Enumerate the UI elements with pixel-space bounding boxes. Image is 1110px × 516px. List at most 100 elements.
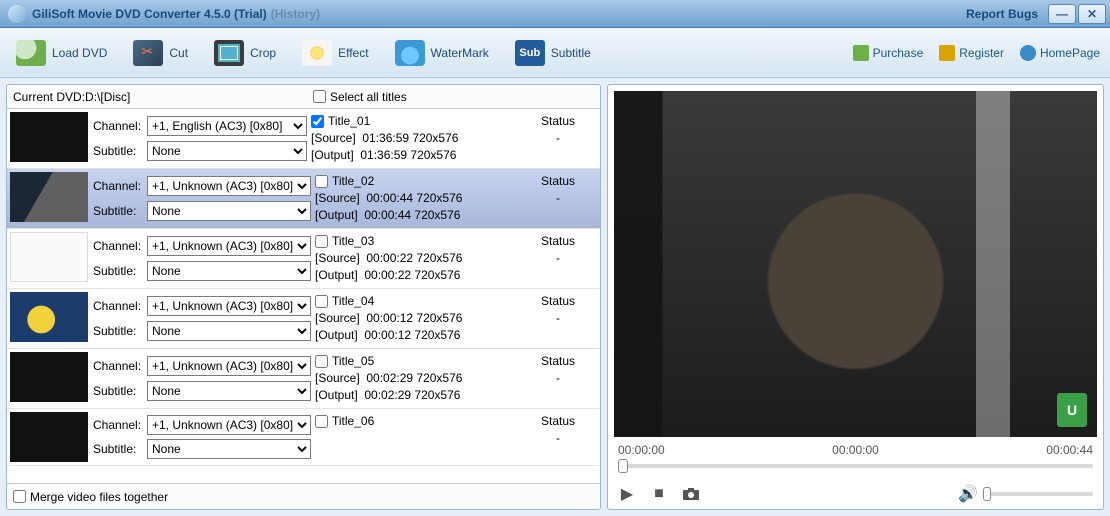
title-settings: Channel:+1, Unknown (AC3) [0x80]Subtitle…: [91, 169, 313, 228]
title-row[interactable]: Channel:+1, Unknown (AC3) [0x80]Subtitle…: [7, 169, 600, 229]
subtitle-select[interactable]: None: [147, 261, 311, 281]
title-thumbnail: [10, 352, 88, 402]
play-button[interactable]: ▶: [618, 485, 636, 503]
status-header: Status: [518, 173, 598, 190]
window-title: GiliSoft Movie DVD Converter 4.5.0 (Tria…: [32, 7, 267, 21]
title-row[interactable]: Channel:+1, Unknown (AC3) [0x80]Subtitle…: [7, 289, 600, 349]
report-bugs-link[interactable]: Report Bugs: [966, 7, 1038, 21]
title-info: Status-Title_04[Source] 00:00:12 720x576…: [313, 289, 600, 348]
title-info: Status-Title_02[Source] 00:00:44 720x576…: [313, 169, 600, 228]
title-row[interactable]: Channel:+1, English (AC3) [0x80]Subtitle…: [7, 109, 600, 169]
purchase-icon: [853, 45, 869, 61]
title-checkbox[interactable]: [315, 175, 328, 188]
title-thumbnail: [10, 172, 88, 222]
time-end: 00:00:44: [1046, 443, 1093, 457]
channel-select[interactable]: +1, Unknown (AC3) [0x80]: [147, 176, 311, 196]
homepage-link[interactable]: HomePage: [1020, 45, 1100, 61]
time-current: 00:00:00: [832, 443, 879, 457]
title-row[interactable]: Channel:+1, Unknown (AC3) [0x80]Subtitle…: [7, 349, 600, 409]
title-row[interactable]: Channel:+1, Unknown (AC3) [0x80]Subtitle…: [7, 409, 600, 466]
title-checkbox[interactable]: [315, 235, 328, 248]
subtitle-select[interactable]: None: [147, 201, 311, 221]
subtitle-button[interactable]: SubSubtitle: [509, 36, 597, 70]
load-dvd-label: Load DVD: [52, 46, 107, 60]
subtitle-select[interactable]: None: [147, 141, 307, 161]
title-settings: Channel:+1, Unknown (AC3) [0x80]Subtitle…: [91, 229, 313, 288]
channel-select[interactable]: +1, Unknown (AC3) [0x80]: [147, 296, 311, 316]
title-checkbox[interactable]: [311, 115, 324, 128]
register-link[interactable]: Register: [939, 45, 1004, 61]
title-info: Status-Title_06: [313, 409, 600, 465]
channel-select[interactable]: +1, Unknown (AC3) [0x80]: [147, 356, 311, 376]
title-info: Status-Title_03[Source] 00:00:22 720x576…: [313, 229, 600, 288]
crop-icon: [214, 40, 244, 66]
app-logo-icon: [8, 5, 26, 23]
title-info: Status-Title_05[Source] 00:02:29 720x576…: [313, 349, 600, 408]
minimize-button[interactable]: —: [1048, 4, 1076, 24]
current-dvd-value: D:\[Disc]: [85, 90, 130, 104]
merge-files-checkbox[interactable]: Merge video files together: [13, 490, 168, 504]
volume-icon[interactable]: 🔊: [959, 485, 977, 503]
output-line: [Output] 00:00:44 720x576: [315, 207, 598, 224]
status-header: Status: [518, 293, 598, 310]
watermark-button[interactable]: WaterMark: [389, 36, 495, 70]
current-dvd-label: Current DVD:: [13, 90, 85, 104]
status-value: -: [556, 191, 560, 205]
effect-icon: [302, 40, 332, 66]
title-settings: Channel:+1, Unknown (AC3) [0x80]Subtitle…: [91, 289, 313, 348]
title-name: Title_06: [332, 413, 374, 430]
subtitle-label: Subtitle:: [93, 384, 145, 398]
subtitle-label: Subtitle: [551, 46, 591, 60]
volume-slider[interactable]: [983, 492, 1093, 496]
subtitle-label: Subtitle:: [93, 442, 145, 456]
status-value: -: [556, 251, 560, 265]
snapshot-button[interactable]: [682, 485, 700, 503]
title-name: Title_02: [332, 173, 374, 190]
channel-select[interactable]: +1, Unknown (AC3) [0x80]: [147, 236, 311, 256]
select-all-checkbox[interactable]: Select all titles: [313, 90, 407, 104]
channel-label: Channel:: [93, 418, 145, 432]
subtitle-label: Subtitle:: [93, 204, 145, 218]
stop-button[interactable]: ■: [650, 485, 668, 503]
title-checkbox[interactable]: [315, 355, 328, 368]
subtitle-label: Subtitle:: [93, 144, 145, 158]
history-link[interactable]: (History): [271, 7, 320, 21]
crop-label: Crop: [250, 46, 276, 60]
seek-slider[interactable]: [618, 459, 1093, 473]
title-name: Title_04: [332, 293, 374, 310]
status-header: Status: [518, 113, 598, 130]
close-button[interactable]: ✕: [1078, 4, 1106, 24]
channel-select[interactable]: +1, Unknown (AC3) [0x80]: [147, 415, 311, 435]
title-name: Title_05: [332, 353, 374, 370]
homepage-icon: [1020, 45, 1036, 61]
register-icon: [939, 45, 955, 61]
effect-button[interactable]: Effect: [296, 36, 374, 70]
subtitle-select[interactable]: None: [147, 381, 311, 401]
status-value: -: [556, 431, 560, 445]
purchase-link[interactable]: Purchase: [853, 45, 924, 61]
title-checkbox[interactable]: [315, 295, 328, 308]
status-value: -: [556, 131, 560, 145]
title-list-pane: Current DVD:D:\[Disc] Select all titles …: [6, 84, 601, 510]
title-list[interactable]: Channel:+1, English (AC3) [0x80]Subtitle…: [7, 109, 600, 483]
subtitle-select[interactable]: None: [147, 321, 311, 341]
title-checkbox[interactable]: [315, 415, 328, 428]
preview-frame: [614, 91, 1097, 437]
cut-button[interactable]: Cut: [127, 36, 194, 70]
title-row[interactable]: Channel:+1, Unknown (AC3) [0x80]Subtitle…: [7, 229, 600, 289]
cut-icon: [133, 40, 163, 66]
status-value: -: [556, 311, 560, 325]
title-thumbnail: [10, 292, 88, 342]
channel-select[interactable]: +1, English (AC3) [0x80]: [147, 116, 307, 136]
load-dvd-button[interactable]: Load DVD: [10, 36, 113, 70]
effect-label: Effect: [338, 46, 368, 60]
title-bar: GiliSoft Movie DVD Converter 4.5.0 (Tria…: [0, 0, 1110, 28]
time-start: 00:00:00: [618, 443, 665, 457]
title-settings: Channel:+1, Unknown (AC3) [0x80]Subtitle…: [91, 409, 313, 465]
watermark-label: WaterMark: [431, 46, 489, 60]
rating-badge-icon: U: [1057, 393, 1087, 427]
subtitle-label: Subtitle:: [93, 264, 145, 278]
crop-button[interactable]: Crop: [208, 36, 282, 70]
subtitle-select[interactable]: None: [147, 439, 311, 459]
video-preview[interactable]: U: [614, 91, 1097, 437]
